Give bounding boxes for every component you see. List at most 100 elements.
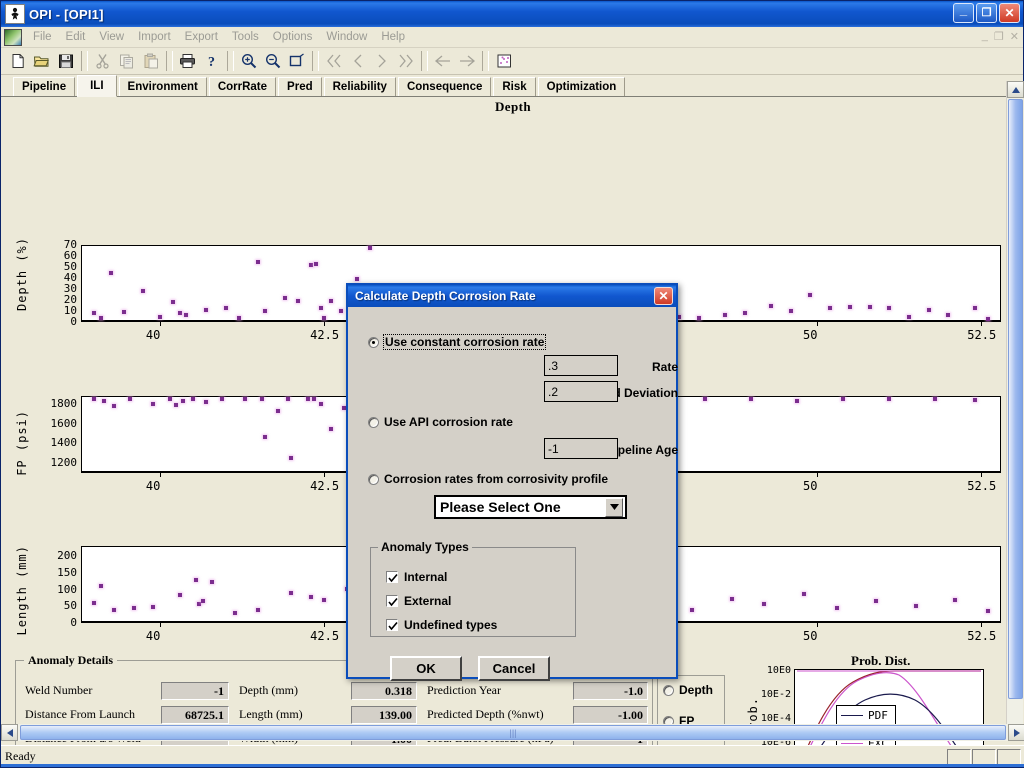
scatter-point <box>762 601 767 606</box>
menu-tools[interactable]: Tools <box>225 30 266 44</box>
scroll-up-arrow-icon[interactable] <box>1007 81 1024 98</box>
plot-depth-ylabel: Depth (%) <box>15 237 29 312</box>
scatter-point <box>92 311 97 316</box>
rate-input[interactable]: .3 <box>544 355 618 376</box>
tab-environment[interactable]: Environment <box>118 77 207 96</box>
scatter-point <box>295 299 300 304</box>
scatter-plot-icon[interactable] <box>492 50 515 72</box>
status-pane-3 <box>997 748 1021 765</box>
radio-constant-indicator <box>368 336 379 348</box>
horizontal-scrollbar[interactable]: ||| <box>1 724 1024 741</box>
xtick-mark <box>159 473 161 477</box>
window-title: OPI - [OPI1] <box>29 6 104 22</box>
checkbox-external[interactable]: External <box>386 594 451 608</box>
standard-deviation-input[interactable]: .2 <box>544 381 618 402</box>
value-prediction-year[interactable]: -1.0 <box>573 682 648 700</box>
scatter-point <box>887 305 892 310</box>
first-double-left-icon[interactable] <box>322 50 345 72</box>
document-icon <box>4 28 22 46</box>
radio-use-constant-corrosion-rate[interactable]: Use constant corrosion rate <box>368 334 547 350</box>
horizontal-scroll-thumb[interactable]: ||| <box>20 725 1006 740</box>
corrosivity-profile-select[interactable]: Please Select One <box>434 495 627 519</box>
window-controls: _ ❐ ✕ <box>953 3 1020 23</box>
scatter-point <box>276 408 281 413</box>
radio-plot-variable-depth[interactable]: Depth <box>663 683 713 697</box>
zoom-out-icon[interactable] <box>261 50 284 72</box>
xtick-mark <box>981 473 983 477</box>
label-depth-mm: Depth (mm) <box>239 683 298 697</box>
mdi-minimize-button[interactable]: _ <box>982 30 988 43</box>
tab-pred[interactable]: Pred <box>278 77 322 96</box>
prev-left-icon[interactable] <box>346 50 369 72</box>
value-distance-from-launch[interactable]: 68725.1 <box>161 706 229 724</box>
scatter-point <box>233 610 238 615</box>
scatter-point <box>696 315 701 320</box>
cut-scissors-icon[interactable] <box>91 50 114 72</box>
menu-view[interactable]: View <box>92 30 131 44</box>
chevron-down-icon[interactable] <box>605 497 623 517</box>
menu-export[interactable]: Export <box>178 30 225 44</box>
menu-file[interactable]: File <box>26 30 59 44</box>
minimize-button[interactable]: _ <box>953 3 974 23</box>
checkbox-undefined-types[interactable]: Undefined types <box>386 618 497 632</box>
vertical-scroll-thumb[interactable] <box>1008 99 1023 699</box>
scatter-point <box>243 397 248 401</box>
scatter-point <box>723 313 727 318</box>
pan-left-arrow-icon[interactable] <box>431 50 454 72</box>
dialog-close-icon[interactable]: ✕ <box>654 287 673 305</box>
value-predicted-depth-nwt[interactable]: -1.00 <box>573 706 648 724</box>
scatter-point <box>972 305 977 310</box>
scatter-point <box>867 304 872 309</box>
scatter-point <box>203 307 208 312</box>
tab-strip: Pipeline ILI Environment CorrRate Pred R… <box>1 75 1023 97</box>
scatter-point <box>157 314 162 319</box>
pan-right-arrow-icon[interactable] <box>455 50 478 72</box>
scatter-point <box>259 397 264 402</box>
restore-button[interactable]: ❐ <box>976 3 997 23</box>
close-button[interactable]: ✕ <box>999 3 1020 23</box>
value-length-mm[interactable]: 139.00 <box>351 706 417 724</box>
vertical-scrollbar[interactable] <box>1006 81 1024 741</box>
paste-clipboard-icon[interactable] <box>139 50 162 72</box>
ok-button[interactable]: OK <box>390 656 462 681</box>
menu-import[interactable]: Import <box>131 30 178 44</box>
scatter-point <box>985 316 990 321</box>
tab-ili[interactable]: ILI <box>77 75 117 97</box>
help-question-icon[interactable]: ? <box>200 50 223 72</box>
menu-edit[interactable]: Edit <box>59 30 93 44</box>
pipeline-age-input[interactable]: -1 <box>544 438 618 459</box>
checkbox-internal[interactable]: Internal <box>386 570 447 584</box>
tab-optimization[interactable]: Optimization <box>537 77 626 96</box>
value-weld-number[interactable]: -1 <box>161 682 229 700</box>
radio-use-api-corrosion-rate[interactable]: Use API corrosion rate <box>368 415 513 429</box>
last-double-right-icon[interactable] <box>394 50 417 72</box>
print-icon[interactable] <box>176 50 199 72</box>
anomaly-types-title: Anomaly Types <box>378 540 472 554</box>
mdi-close-button[interactable]: ✕ <box>1010 30 1019 43</box>
menu-window[interactable]: Window <box>319 30 374 44</box>
scatter-point <box>289 456 294 461</box>
cancel-button[interactable]: Cancel <box>478 656 550 681</box>
next-right-icon[interactable] <box>370 50 393 72</box>
tab-reliability[interactable]: Reliability <box>323 77 396 96</box>
legend-swatch-exc <box>841 742 863 744</box>
tab-consequence[interactable]: Consequence <box>397 77 492 96</box>
radio-corrosion-rates-from-profile[interactable]: Corrosion rates from corrosivity profile <box>368 472 608 486</box>
mdi-restore-button[interactable]: ❐ <box>994 30 1004 43</box>
menu-options[interactable]: Options <box>266 30 320 44</box>
tab-pipeline[interactable]: Pipeline <box>13 77 76 96</box>
scatter-point <box>102 398 106 403</box>
save-disk-icon[interactable] <box>54 50 77 72</box>
scroll-left-arrow-icon[interactable] <box>1 724 18 741</box>
tab-risk[interactable]: Risk <box>493 77 536 96</box>
copy-icon[interactable] <box>115 50 138 72</box>
tab-corrrate[interactable]: CorrRate <box>208 77 277 96</box>
value-depth-mm[interactable]: 0.318 <box>351 682 417 700</box>
menu-help[interactable]: Help <box>374 30 412 44</box>
calculate-depth-corrosion-rate-dialog: Calculate Depth Corrosion Rate ✕ Use con… <box>346 283 678 681</box>
zoom-reset-icon[interactable] <box>285 50 308 72</box>
open-folder-icon[interactable] <box>30 50 53 72</box>
scroll-right-arrow-icon[interactable] <box>1008 724 1024 741</box>
zoom-in-icon[interactable] <box>237 50 260 72</box>
new-icon[interactable] <box>6 50 29 72</box>
